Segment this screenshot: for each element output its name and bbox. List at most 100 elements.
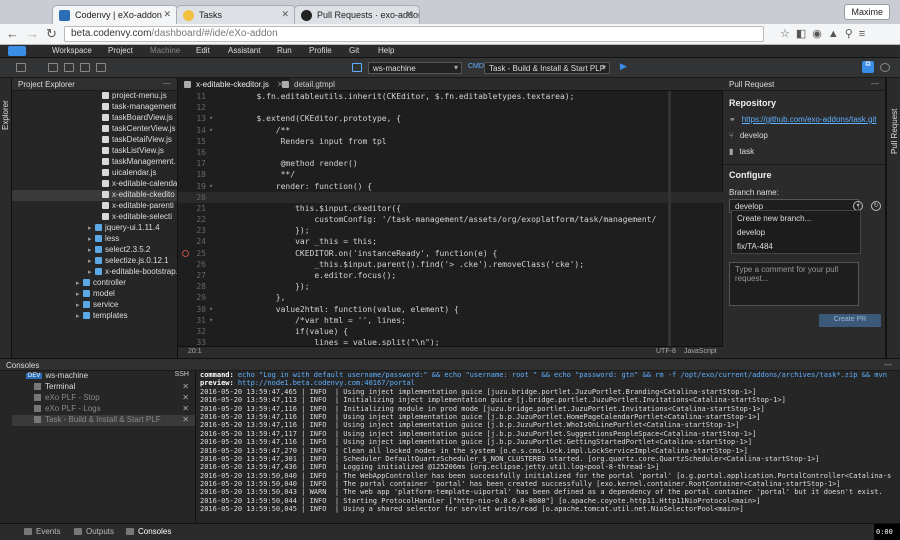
tree-item[interactable]: x-editable-parenti bbox=[12, 201, 177, 212]
minimize-icon[interactable]: — bbox=[871, 79, 879, 88]
machine-row[interactable]: DEV ws-machine SSH bbox=[12, 371, 195, 382]
dropdown-option-create-branch[interactable]: Create new branch... bbox=[732, 211, 860, 225]
tree-item[interactable]: taskBoardView.js bbox=[12, 113, 177, 124]
command-select[interactable]: Task - Build & Install & Start PLF ▾ bbox=[484, 62, 610, 74]
pr-comment-textarea[interactable]: Type a comment for your pull request... bbox=[729, 262, 859, 306]
tree-item[interactable]: x-editable-calenda bbox=[12, 179, 177, 190]
process-item[interactable]: eXo PLF - Stop ✕ bbox=[12, 393, 195, 404]
log-line: 2016-05-20 13:59:47,116 | INFO | Initial… bbox=[200, 404, 765, 413]
reload-icon[interactable]: ↻ bbox=[46, 26, 57, 42]
chevron-right-icon[interactable]: ▸ bbox=[76, 301, 83, 309]
fold-chevron-icon[interactable]: ▾ bbox=[209, 113, 213, 124]
tree-item[interactable]: ▸ jquery-ui.1.11.4 bbox=[12, 223, 177, 234]
chevron-right-icon[interactable]: ▸ bbox=[88, 246, 95, 254]
forward-arrow-icon[interactable]: → bbox=[26, 26, 39, 41]
tree-item[interactable]: ▸ select2.3.5.2 bbox=[12, 245, 177, 256]
editor-tab-x-editable-ckeditor[interactable]: x-editable-ckeditor.js ✕ bbox=[178, 78, 290, 91]
ssh-button[interactable]: SSH bbox=[175, 371, 189, 378]
editor-tab-detail-gtmpl[interactable]: detail.gtmpl bbox=[276, 78, 341, 91]
copy-icon[interactable] bbox=[64, 63, 74, 72]
console-output[interactable]: command: echo "Log in with default usern… bbox=[196, 371, 900, 524]
tree-item[interactable]: taskDetailView.js bbox=[12, 135, 177, 146]
browser-tab-tasks[interactable]: Tasks ✕ bbox=[176, 5, 296, 24]
menu-project[interactable]: Project bbox=[108, 46, 133, 55]
fold-chevron-icon[interactable]: ▾ bbox=[209, 315, 213, 326]
profile-button[interactable]: Maxime bbox=[844, 4, 890, 20]
tree-item[interactable]: taskManagement. bbox=[12, 157, 177, 168]
tab-consoles[interactable]: Consoles bbox=[126, 527, 171, 536]
process-item[interactable]: eXo PLF - Logs ✕ bbox=[12, 404, 195, 415]
code-area[interactable]: 11 $.fn.editableutils.inherit(CKEditor, … bbox=[178, 91, 723, 346]
chevron-right-icon[interactable]: ▸ bbox=[88, 268, 95, 276]
menu-help[interactable]: Help bbox=[378, 46, 394, 55]
minimize-icon[interactable]: — bbox=[884, 360, 892, 369]
tree-item[interactable]: x-editable-ckedito bbox=[12, 190, 177, 201]
menu-run[interactable]: Run bbox=[277, 46, 292, 55]
chevron-right-icon[interactable]: ▸ bbox=[88, 235, 95, 243]
tree-item[interactable]: ▸ selectize.js.0.12.1 bbox=[12, 256, 177, 267]
tree-item[interactable]: task-management bbox=[12, 102, 177, 113]
refresh-icon[interactable]: ↻ bbox=[871, 201, 881, 211]
paste-icon[interactable] bbox=[80, 63, 90, 72]
tree-item[interactable]: ▸ templates bbox=[12, 311, 177, 322]
dropdown-option-develop[interactable]: develop bbox=[732, 225, 860, 239]
chevron-right-icon[interactable]: ▸ bbox=[88, 257, 95, 265]
close-icon[interactable]: ✕ bbox=[182, 393, 189, 402]
tree-item[interactable]: ▸ model bbox=[12, 289, 177, 300]
tree-item[interactable]: ▸ less bbox=[12, 234, 177, 245]
chevron-right-icon[interactable]: ▸ bbox=[76, 279, 83, 287]
new-project-icon[interactable] bbox=[16, 63, 26, 72]
chevron-right-icon[interactable]: ▸ bbox=[88, 224, 95, 232]
tree-item[interactable]: taskCenterView.js bbox=[12, 124, 177, 135]
repo-url-link[interactable]: https://github.com/exo-addons/task.git bbox=[742, 115, 877, 124]
minimize-icon[interactable]: — bbox=[163, 79, 171, 88]
fold-chevron-icon[interactable]: ▾ bbox=[209, 181, 213, 192]
panel-toggle-icon[interactable]: ⧉ bbox=[862, 61, 874, 73]
explorer-strip-tab[interactable]: Explorer bbox=[1, 100, 10, 130]
browser-tab-label: Codenvy | eXo-addon bbox=[75, 10, 162, 20]
process-item[interactable]: Task - Build & Install & Start PLF ✕ bbox=[12, 415, 195, 426]
chevron-right-icon[interactable]: ▸ bbox=[76, 290, 83, 298]
tab-events[interactable]: Events bbox=[24, 527, 60, 536]
menu-profile[interactable]: Profile bbox=[309, 46, 332, 55]
close-icon[interactable]: ✕ bbox=[281, 9, 289, 20]
delete-icon[interactable] bbox=[96, 63, 106, 72]
back-arrow-icon[interactable]: ← bbox=[6, 26, 19, 41]
tree-item[interactable]: project-menu.js bbox=[12, 91, 177, 102]
settings-icon[interactable] bbox=[880, 63, 890, 72]
dropdown-option-fix-ta-484[interactable]: fix/TA-484 bbox=[732, 239, 860, 253]
tree-item[interactable]: x-editable-selecti bbox=[12, 212, 177, 223]
editor-overview-ruler[interactable] bbox=[668, 91, 671, 346]
cut-icon[interactable] bbox=[48, 63, 58, 72]
close-icon[interactable]: ✕ bbox=[405, 9, 413, 20]
tree-item[interactable]: ▸ controller bbox=[12, 278, 177, 289]
process-item[interactable]: Terminal ✕ bbox=[12, 382, 195, 393]
pull-request-strip-tab[interactable]: Pull Request bbox=[890, 109, 899, 154]
fold-chevron-icon[interactable]: ▾ bbox=[209, 125, 213, 136]
browser-tab-pull-requests[interactable]: Pull Requests · exo-addon ✕ bbox=[294, 5, 420, 24]
tree-item[interactable]: taskListView.js bbox=[12, 146, 177, 157]
tab-outputs[interactable]: Outputs bbox=[74, 527, 114, 536]
tree-item[interactable]: uicalendar.js bbox=[12, 168, 177, 179]
close-icon[interactable]: ✕ bbox=[182, 404, 189, 413]
menu-edit[interactable]: Edit bbox=[196, 46, 210, 55]
codenvy-logo-icon[interactable] bbox=[8, 46, 26, 56]
machine-select-value: ws-machine bbox=[373, 64, 416, 73]
menu-machine[interactable]: Machine bbox=[150, 46, 180, 55]
extension-icons[interactable]: ☆◧◉▲⚲≡ bbox=[780, 27, 871, 40]
close-icon[interactable]: ✕ bbox=[182, 415, 189, 424]
menu-workspace[interactable]: Workspace bbox=[52, 46, 92, 55]
close-icon[interactable]: ✕ bbox=[182, 382, 189, 391]
machine-select[interactable]: ws-machine ▾ bbox=[368, 62, 462, 74]
tree-item[interactable]: ▸ x-editable-bootstrap. bbox=[12, 267, 177, 278]
run-play-icon[interactable]: ▶ bbox=[620, 61, 632, 74]
fold-chevron-icon[interactable]: ▾ bbox=[209, 304, 213, 315]
chevron-right-icon[interactable]: ▸ bbox=[76, 312, 83, 320]
create-pr-button[interactable]: Create PR bbox=[819, 314, 881, 327]
menu-git[interactable]: Git bbox=[349, 46, 359, 55]
menu-assistant[interactable]: Assistant bbox=[228, 46, 260, 55]
close-icon[interactable]: ✕ bbox=[163, 9, 171, 20]
tree-item[interactable]: ▸ service bbox=[12, 300, 177, 311]
browser-tab-codenvy[interactable]: Codenvy | eXo-addon ✕ bbox=[52, 5, 178, 24]
url-input[interactable]: beta.codenvy.com/dashboard/#/ide/eXo-add… bbox=[64, 26, 764, 42]
